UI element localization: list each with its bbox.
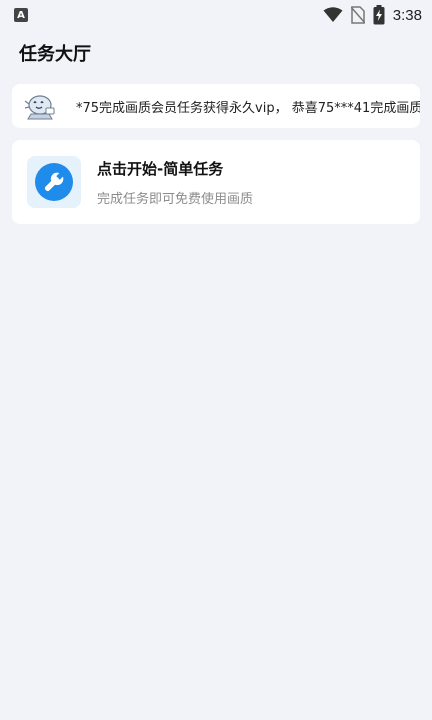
wifi-icon [323, 7, 343, 22]
no-sim-icon [350, 6, 365, 24]
page-title: 任务大厅 [19, 44, 91, 65]
task-subtitle: 完成任务即可免费使用画质 [97, 191, 254, 207]
clock: 3:38 [392, 6, 422, 24]
task-icon-circle [35, 163, 73, 201]
battery-charging-icon [373, 5, 385, 25]
task-title: 点击开始-简单任务 [97, 159, 224, 178]
status-bar: A 3:38 [0, 0, 432, 30]
wrench-icon [44, 172, 64, 192]
robot-mascot-icon [24, 95, 55, 120]
task-card-simple[interactable]: 点击开始-简单任务 完成任务即可免费使用画质 [12, 140, 420, 224]
app-notification-icon: A [14, 8, 28, 22]
task-icon-container [27, 156, 81, 208]
announcement-text: *75完成画质会员任务获得永久vip， 恭喜75***41完成画质会 [76, 100, 420, 116]
announcement-marquee: *75完成画质会员任务获得永久vip， 恭喜75***41完成画质会 [12, 84, 420, 128]
